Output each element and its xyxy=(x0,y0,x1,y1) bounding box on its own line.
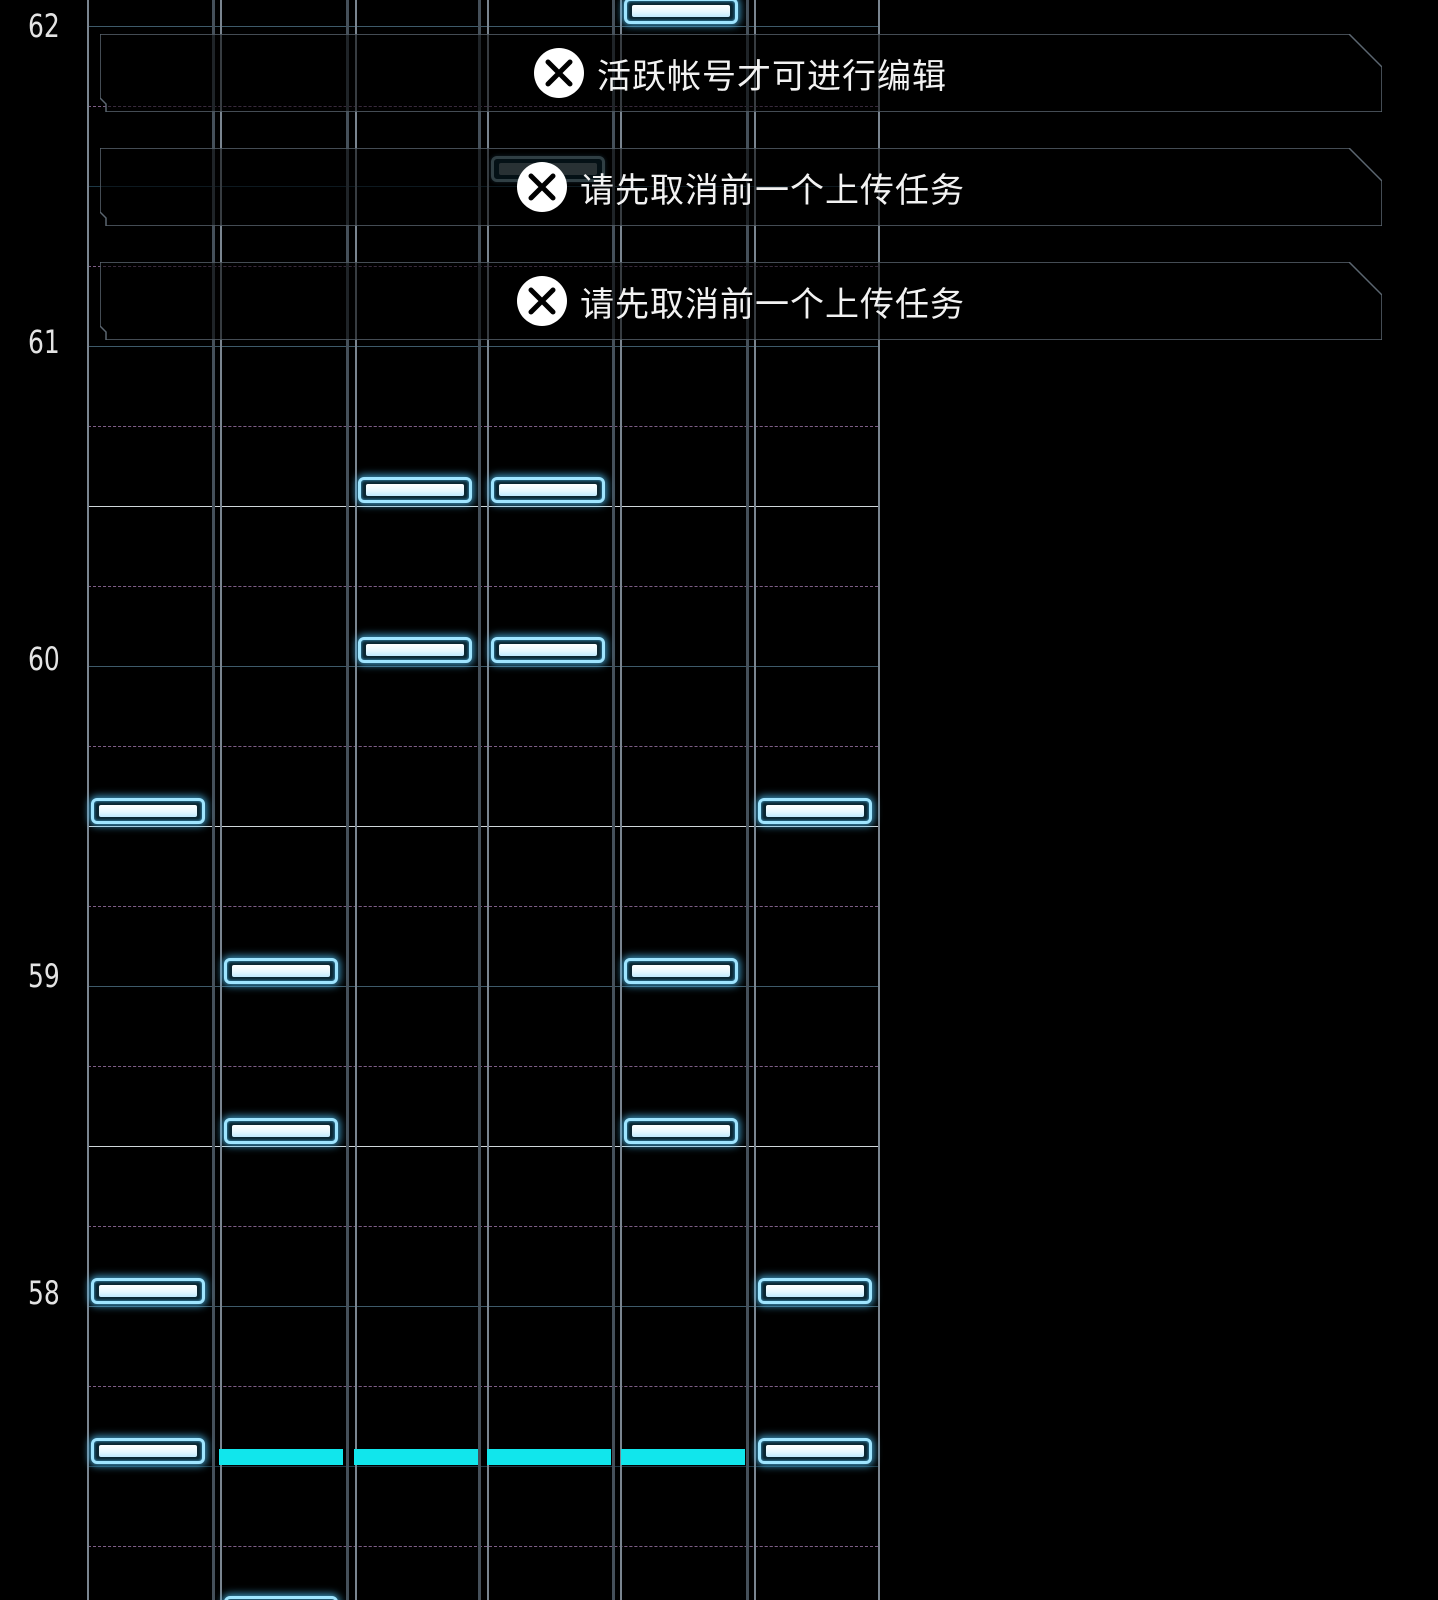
toast-message: 请先取消前一个上传任务 xyxy=(580,284,965,325)
measure-number-61: 61 xyxy=(28,323,60,361)
close-circle-icon xyxy=(517,162,567,212)
chart-note[interactable] xyxy=(491,477,605,503)
beat-line xyxy=(88,1226,878,1227)
grid-line xyxy=(88,346,878,347)
chart-note[interactable] xyxy=(624,1118,738,1144)
beat-line xyxy=(88,586,878,587)
beat-line xyxy=(88,1546,878,1547)
chart-note[interactable] xyxy=(224,958,338,984)
grid-line xyxy=(88,1466,878,1467)
measure-number-62: 62 xyxy=(28,7,60,45)
chart-note[interactable] xyxy=(624,958,738,984)
lane-divider xyxy=(346,0,349,1600)
lane-divider xyxy=(355,0,357,1600)
grid-line xyxy=(88,26,878,27)
lane-divider xyxy=(212,0,215,1600)
chart-note[interactable] xyxy=(91,1438,205,1464)
grid-line xyxy=(88,1306,878,1307)
lane-divider xyxy=(220,0,222,1600)
chart-note[interactable] xyxy=(758,798,872,824)
chart-note[interactable] xyxy=(358,477,472,503)
toast-message: 活跃帐号才可进行编辑 xyxy=(597,56,947,97)
grid-line xyxy=(88,986,878,987)
chart-note[interactable] xyxy=(358,637,472,663)
grid-line xyxy=(88,826,878,827)
playhead-bar xyxy=(487,1449,611,1465)
beat-line xyxy=(88,906,878,907)
chart-note[interactable] xyxy=(624,0,738,24)
lane-divider xyxy=(612,0,615,1600)
lane-divider xyxy=(878,0,880,1600)
grid-line xyxy=(88,506,878,507)
chart-editor-canvas[interactable]: 62 61 60 59 58 xyxy=(0,0,1438,1600)
close-circle-icon xyxy=(517,276,567,326)
chart-note[interactable] xyxy=(91,1278,205,1304)
chart-note[interactable] xyxy=(758,1278,872,1304)
close-circle-icon xyxy=(534,48,584,98)
playhead-bar xyxy=(354,1449,478,1465)
chart-note[interactable] xyxy=(224,1118,338,1144)
beat-line xyxy=(88,426,878,427)
playhead-bar xyxy=(219,1449,343,1465)
lane-divider xyxy=(620,0,622,1600)
measure-number-58: 58 xyxy=(28,1274,60,1312)
chart-note[interactable] xyxy=(91,798,205,824)
toast-notification: 请先取消前一个上传任务 xyxy=(100,262,1382,340)
beat-line xyxy=(88,746,878,747)
measure-number-59: 59 xyxy=(28,957,60,995)
grid-line xyxy=(88,1146,878,1147)
grid-line xyxy=(88,666,878,667)
toast-message: 请先取消前一个上传任务 xyxy=(580,170,965,211)
chart-note[interactable] xyxy=(491,637,605,663)
lane-divider xyxy=(487,0,489,1600)
toast-notification: 活跃帐号才可进行编辑 xyxy=(100,34,1382,112)
measure-number-60: 60 xyxy=(28,640,60,678)
playhead-bar xyxy=(621,1449,745,1465)
beat-line xyxy=(88,1386,878,1387)
toast-notification: 请先取消前一个上传任务 xyxy=(100,148,1382,226)
lane-divider xyxy=(754,0,756,1600)
lane-divider xyxy=(87,0,89,1600)
chart-note[interactable] xyxy=(224,1596,338,1600)
lane-divider xyxy=(746,0,749,1600)
chart-note[interactable] xyxy=(758,1438,872,1464)
beat-line xyxy=(88,1066,878,1067)
lane-divider xyxy=(478,0,481,1600)
